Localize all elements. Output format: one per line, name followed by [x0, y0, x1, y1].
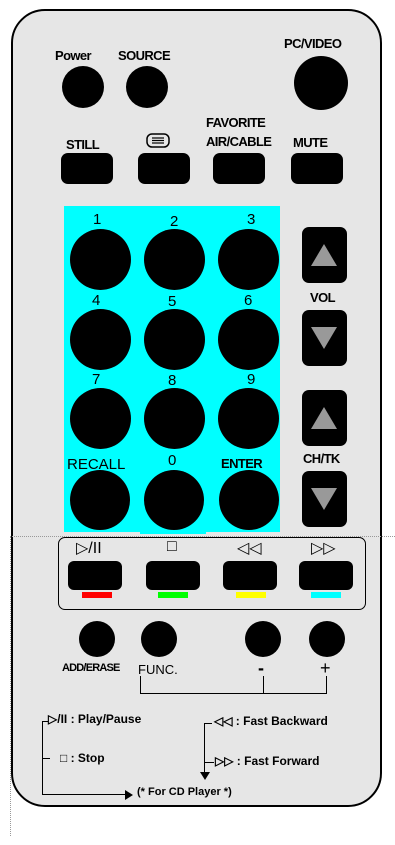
cyan-bar: [311, 592, 341, 598]
source-button[interactable]: [126, 66, 168, 108]
guide-line-vertical: [10, 536, 11, 836]
legend-fast-backward: ◁◁ : Fast Backward: [214, 714, 328, 728]
key-0-label: 0: [168, 452, 177, 469]
power-button[interactable]: [62, 66, 104, 108]
fast-forward-button[interactable]: [299, 561, 353, 590]
enter-label: ENTER: [221, 456, 263, 471]
mute-label: MUTE: [293, 135, 328, 150]
func-bracket-left: [140, 676, 141, 694]
func-bracket-bottom: [140, 693, 327, 694]
key-6-button[interactable]: [218, 309, 279, 370]
fast-backward-button[interactable]: [223, 561, 277, 590]
play-pause-symbol: ▷/II: [76, 540, 102, 557]
ch-up-button[interactable]: [302, 390, 347, 446]
key-2-button[interactable]: [144, 229, 205, 290]
arrow-right-icon: [125, 790, 133, 800]
key-5-button[interactable]: [144, 309, 205, 370]
func-bracket-mid: [263, 676, 264, 694]
key-7-button[interactable]: [70, 388, 131, 449]
func-label: FUNC.: [138, 662, 178, 677]
func-bracket-right: [326, 676, 327, 694]
minus-button[interactable]: [245, 621, 281, 657]
key-2-label: 2: [170, 213, 179, 230]
key-1-button[interactable]: [70, 229, 131, 290]
mute-button[interactable]: [291, 153, 343, 184]
legend-cd-note: (* For CD Player *): [137, 786, 232, 798]
play-pause-button[interactable]: [68, 561, 122, 590]
pcvideo-label: PC/VIDEO: [284, 36, 342, 51]
key-8-button[interactable]: [144, 388, 205, 449]
legend-stop: □ : Stop: [60, 751, 105, 765]
legend-play-pause: ▷/II : Play/Pause: [48, 712, 141, 726]
key-5-label: 5: [168, 293, 177, 310]
still-label: STILL: [66, 137, 100, 152]
vol-label: VOL: [310, 290, 336, 305]
favorite-label: FAVORITE: [206, 115, 266, 130]
chtk-label: CH/TK: [303, 451, 340, 466]
legend-right-ff-tick: [204, 762, 214, 763]
stop-symbol: □: [167, 538, 177, 555]
teletext-icon: [146, 133, 170, 148]
enter-button[interactable]: [219, 470, 279, 530]
key-7-label: 7: [92, 371, 101, 388]
arrow-down-icon: [200, 772, 210, 780]
stop-button[interactable]: [146, 561, 200, 590]
add-erase-button[interactable]: [79, 621, 115, 657]
vol-up-button[interactable]: [302, 227, 347, 283]
legend-fast-backward-text: ◁◁ : Fast Backward: [214, 714, 328, 728]
arrow-up-icon: [311, 244, 337, 266]
legend-fast-forward: ▷▷ : Fast Forward: [215, 754, 319, 768]
legend-left-bottom-arrow-line: [42, 794, 127, 795]
legend-stop-text: □ : Stop: [60, 751, 105, 765]
arrow-down-icon: [311, 488, 337, 510]
teletext-button[interactable]: [138, 153, 190, 184]
recall-button[interactable]: [70, 470, 130, 530]
still-button[interactable]: [61, 153, 113, 184]
key-9-button[interactable]: [218, 388, 279, 449]
plus-button[interactable]: [309, 621, 345, 657]
fast-forward-symbol: ▷▷: [311, 540, 336, 557]
legend-right-top-tick: [204, 723, 212, 724]
key-4-label: 4: [92, 292, 101, 309]
yellow-bar: [236, 592, 266, 598]
favorite-aircable-button[interactable]: [213, 153, 265, 184]
vol-down-button[interactable]: [302, 310, 347, 366]
legend-right-vertical: [204, 723, 205, 775]
key-4-button[interactable]: [70, 309, 131, 370]
source-label: SOURCE: [118, 48, 171, 63]
legend-fast-forward-text: ▷▷ : Fast Forward: [215, 754, 320, 768]
key-0-button[interactable]: [144, 470, 204, 530]
add-erase-label: ADD/ERASE: [62, 662, 120, 674]
key-9-label: 9: [247, 371, 256, 388]
arrow-down-icon: [311, 327, 337, 349]
fast-backward-symbol: ◁◁: [237, 540, 262, 557]
aircable-label: AIR/CABLE: [206, 134, 272, 149]
pcvideo-button[interactable]: [294, 56, 348, 110]
key-1-label: 1: [93, 211, 102, 228]
red-bar: [82, 592, 112, 598]
power-label: Power: [55, 48, 92, 63]
key-3-label: 3: [247, 211, 256, 228]
arrow-up-icon: [311, 407, 337, 429]
func-button[interactable]: [141, 621, 177, 657]
key-8-label: 8: [168, 372, 177, 389]
key-3-button[interactable]: [218, 229, 279, 290]
key-6-label: 6: [244, 292, 253, 309]
legend-play-pause-text: ▷/II : Play/Pause: [48, 712, 142, 726]
legend-left-stop-tick: [42, 758, 50, 759]
green-bar: [158, 592, 188, 598]
ch-down-button[interactable]: [302, 471, 347, 527]
keypad-panel-bottom: [140, 530, 206, 534]
